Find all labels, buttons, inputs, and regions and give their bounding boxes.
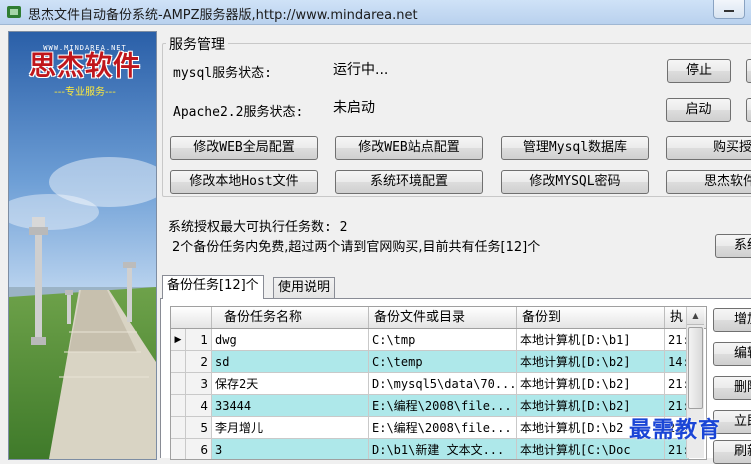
scroll-thumb[interactable] [688,327,703,409]
row-number: 5 [186,417,212,439]
row-indicator [171,395,186,417]
banner-brand: 思杰软件 [29,51,141,82]
table-row[interactable]: ▶ 1 dwg C:\tmp 本地计算机[D:\b1] 21: [171,329,706,351]
row-number: 1 [186,329,212,351]
edit-web-site-config-button[interactable]: 修改WEB站点配置 [335,136,483,160]
system-env-config-button[interactable]: 系统环境配置 [335,170,483,194]
table-row[interactable]: 6 3 D:\b1\新建 文本文... 本地计算机[C:\Doc 21: [171,439,706,459]
window-title: 思杰文件自动备份系统-AMPZ服务器版,http://www.mindarea.… [28,8,418,23]
cell-task-name[interactable]: sd [212,351,369,373]
change-mysql-password-button[interactable]: 修改MYSQL密码 [501,170,649,194]
apache-status-value: 未启动 [333,100,375,116]
banner-tagline: ---专业服务--- [54,87,116,98]
cell-task-name[interactable]: 李月增儿 [212,417,369,439]
delete-task-button[interactable]: 删除 [713,376,751,400]
row-number: 6 [186,439,212,459]
grid-header: 备份任务名称 备份文件或目录 备份到 执 [171,307,706,329]
table-row[interactable]: 5 李月增儿 E:\编程\2008\file... 本地计算机[D:\b2 21… [171,417,706,439]
title-bar: 思杰文件自动备份系统-AMPZ服务器版,http://www.mindarea.… [0,0,751,25]
cell-source[interactable]: D:\mysql5\data\70... [369,373,517,395]
header-source[interactable]: 备份文件或目录 [369,307,517,328]
current-row-icon: ▶ [171,329,186,351]
buy-license-button[interactable]: 购买授 [666,136,751,160]
row-number: 2 [186,351,212,373]
row-indicator [171,439,186,459]
tab-backup-tasks[interactable]: 备份任务[12]个 [162,275,264,299]
row-indicator [171,351,186,373]
table-row[interactable]: 2 sd C:\temp 本地计算机[D:\b2] 14: [171,351,706,373]
cell-destination[interactable]: 本地计算机[D:\b2] [517,351,665,373]
cell-source[interactable]: D:\b1\新建 文本文... [369,439,517,459]
sijie-software-button[interactable]: 思杰软件 [666,170,751,194]
cell-destination[interactable]: 本地计算机[D:\b1] [517,329,665,351]
service-group-title: 服务管理 [166,34,228,54]
table-row[interactable]: 3 保存2天 D:\mysql5\data\70... 本地计算机[D:\b2]… [171,373,706,395]
header-destination[interactable]: 备份到 [517,307,665,328]
backup-task-grid[interactable]: 备份任务名称 备份文件或目录 备份到 执 ▶ 1 dwg C:\tmp 本地计算… [170,306,707,460]
cell-task-name[interactable]: dwg [212,329,369,351]
header-task-name[interactable]: 备份任务名称 [212,307,369,328]
table-row[interactable]: 4 33444 E:\编程\2008\file... 本地计算机[D:\b2] … [171,395,706,417]
apache-status-label: Apache2.2服务状态: [173,105,304,120]
app-icon [7,6,21,18]
mysql-stop-button[interactable]: 停止 [667,59,731,83]
cell-destination[interactable]: 本地计算机[D:\b2] [517,373,665,395]
row-indicator [171,373,186,395]
system-button[interactable]: 系统 [715,234,751,258]
cell-task-name[interactable]: 保存2天 [212,373,369,395]
tab-usage-guide[interactable]: 使用说明 [273,277,336,299]
add-task-button[interactable]: 增加 [713,308,751,332]
edit-web-global-config-button[interactable]: 修改WEB全局配置 [170,136,318,160]
cell-source[interactable]: E:\编程\2008\file... [369,395,517,417]
license-info: 2个备份任务内免费,超过两个请到官网购买,目前共有任务[12]个 [172,240,541,255]
cell-task-name[interactable]: 33444 [212,395,369,417]
apache-start-button[interactable]: 启动 [666,98,731,122]
row-number: 3 [186,373,212,395]
cell-task-name[interactable]: 3 [212,439,369,459]
mysql-extra-button[interactable] [746,59,751,83]
cell-source[interactable]: C:\temp [369,351,517,373]
mysql-status-label: mysql服务状态: [173,66,272,81]
edit-task-button[interactable]: 编辑 [713,342,751,366]
header-corner [171,307,212,328]
minimize-button[interactable] [713,0,745,19]
license-max-tasks: 系统授权最大可执行任务数: 2 [168,220,348,235]
edit-host-file-button[interactable]: 修改本地Host文件 [170,170,318,194]
cell-source[interactable]: C:\tmp [369,329,517,351]
apache-extra-button[interactable] [746,98,751,122]
banner-logo: WWW.MINDAREA.NET 思杰软件 ---专业服务--- [17,44,153,98]
mysql-status-value: 运行中... [333,62,389,78]
banner-image: WWW.MINDAREA.NET 思杰软件 ---专业服务--- [8,31,157,460]
manage-mysql-button[interactable]: 管理Mysql数据库 [501,136,649,160]
watermark: 最需教育 [629,417,722,443]
row-number: 4 [186,395,212,417]
row-indicator [171,417,186,439]
scroll-up-arrow-icon[interactable]: ▲ [687,307,704,325]
cell-source[interactable]: E:\编程\2008\file... [369,417,517,439]
